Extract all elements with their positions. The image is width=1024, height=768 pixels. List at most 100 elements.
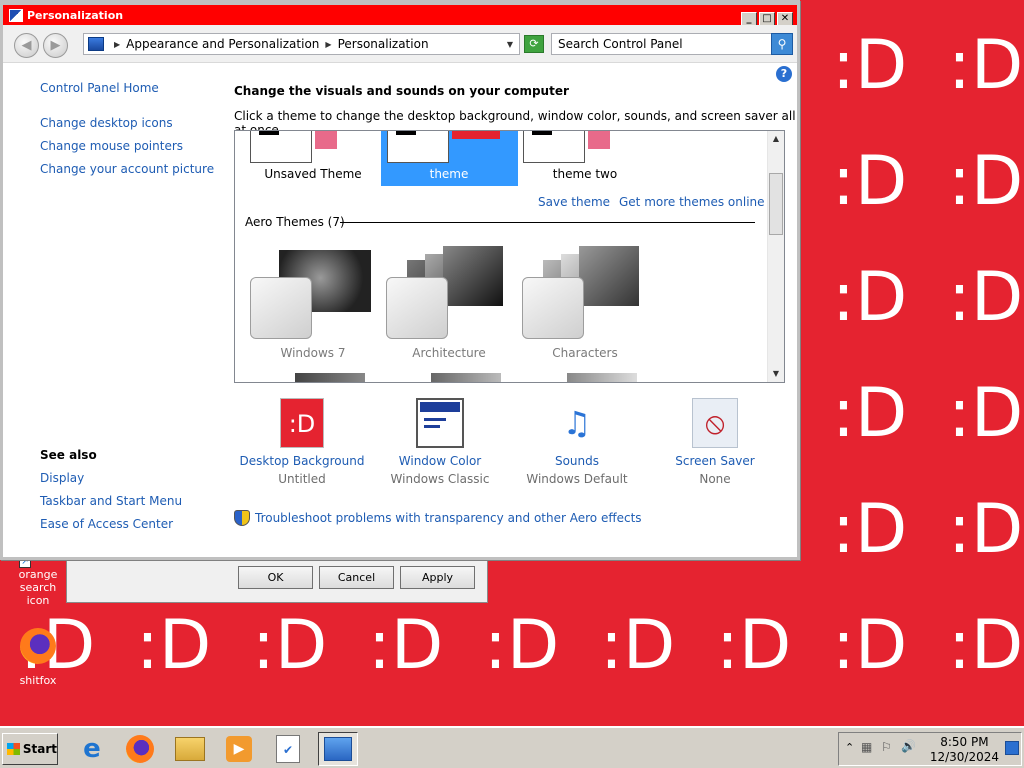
windows-logo-icon (7, 743, 20, 755)
change-desktop-icons-link[interactable]: Change desktop icons (40, 112, 214, 135)
internet-explorer-icon[interactable]: e (72, 732, 112, 766)
architecture-glass-swatch[interactable] (386, 277, 448, 339)
left-pane: Control Panel Home Change desktop icons … (40, 77, 214, 181)
scroll-down-icon[interactable]: ▼ (768, 366, 784, 382)
taskbar-start-menu-link[interactable]: Taskbar and Start Menu (40, 490, 182, 513)
media-player-icon[interactable]: ▶ (219, 732, 259, 766)
show-desktop-button[interactable] (1005, 741, 1019, 755)
troubleshoot-link-row[interactable]: Troubleshoot problems with transparency … (234, 510, 642, 526)
screen-saver-link[interactable]: Screen Saver (650, 454, 780, 468)
control-panel-taskbar-icon[interactable] (318, 732, 358, 766)
get-more-themes-link[interactable]: Get more themes online (619, 195, 765, 209)
sounds-link[interactable]: Sounds (512, 454, 642, 468)
desktop-icon-label: orange search (3, 568, 73, 594)
clock[interactable]: 8:50 PM 12/30/2024 (930, 735, 999, 765)
control-panel-icon (88, 37, 104, 51)
scrollbar-thumb[interactable] (769, 173, 783, 235)
breadcrumb-chevron-icon[interactable]: ▶ (325, 40, 331, 49)
back-button[interactable]: ◀ (14, 33, 39, 58)
firefox-icon (20, 628, 56, 664)
wallpaper-smiley: :D (948, 142, 1024, 221)
window-color-value: Windows Classic (390, 472, 490, 486)
display-properties-dialog: OK Cancel Apply (66, 558, 488, 603)
help-icon[interactable]: ? (776, 66, 792, 82)
wallpaper-smiley: :D (832, 490, 908, 569)
shield-icon (234, 510, 250, 526)
firefox-icon[interactable] (120, 732, 160, 766)
address-dropdown-icon[interactable]: ▼ (507, 40, 513, 49)
network-icon[interactable]: ▦ (861, 740, 872, 754)
sounds-icon: ♫ (562, 404, 592, 442)
theme-two-label[interactable]: theme two (517, 167, 653, 181)
volume-icon[interactable]: 🔊 (901, 739, 916, 753)
show-hidden-icons[interactable]: ⌃ (845, 741, 854, 754)
save-theme-link[interactable]: Save theme (538, 195, 610, 209)
theme-selected-label[interactable]: theme (381, 167, 517, 181)
desktop-icon-shitfox[interactable]: shitfox (3, 628, 73, 687)
search-icon[interactable]: ⚲ (771, 33, 793, 55)
wallpaper-smiley: :D (716, 606, 792, 685)
wallpaper-smiley: :D (948, 374, 1024, 453)
address-bar[interactable]: ▶ Appearance and Personalization ▶ Perso… (83, 33, 520, 55)
close-button[interactable]: ✕ (777, 12, 793, 26)
apply-button[interactable]: Apply (400, 566, 475, 589)
window-color-link[interactable]: Window Color (375, 454, 505, 468)
action-center-flag-icon[interactable]: ⚐ (881, 740, 892, 754)
breadcrumb-appearance[interactable]: Appearance and Personalization (126, 37, 319, 51)
window-color-item[interactable]: Window Color Windows Classic (375, 398, 505, 486)
desktop-background-value: Untitled (278, 472, 326, 486)
theme-unsaved-label[interactable]: Unsaved Theme (245, 167, 381, 181)
wallpaper-smiley: :D (948, 490, 1024, 569)
ease-of-access-link[interactable]: Ease of Access Center (40, 513, 182, 536)
troubleshoot-link[interactable]: Troubleshoot problems with transparency … (255, 511, 642, 525)
theme-thumbnail[interactable] (250, 131, 337, 163)
next-theme-preview (567, 373, 637, 382)
minimize-button[interactable]: _ (741, 12, 757, 26)
navigation-bar: ◀ ▶ ▶ Appearance and Personalization ▶ P… (3, 25, 797, 63)
sounds-item[interactable]: ♫ Sounds Windows Default (512, 398, 642, 486)
control-panel-home-link[interactable]: Control Panel Home (40, 77, 214, 100)
desktop-icon-orange-search[interactable]: ↗ orange search icon (3, 556, 73, 607)
architecture-label[interactable]: Architecture (381, 346, 517, 360)
scroll-up-icon[interactable]: ▲ (768, 131, 784, 147)
task-list-icon[interactable]: ✔ (268, 732, 308, 766)
start-button[interactable]: Start (2, 733, 58, 765)
change-account-picture-link[interactable]: Change your account picture (40, 158, 214, 181)
theme-thumbnail[interactable] (523, 131, 610, 163)
title-bar[interactable]: Personalization _ □ ✕ (3, 5, 797, 26)
file-explorer-icon[interactable] (170, 732, 210, 766)
themes-list[interactable]: Unsaved Theme theme theme two Save theme… (234, 130, 785, 383)
windows7-glass-swatch[interactable] (250, 277, 312, 339)
clock-time: 8:50 PM (940, 735, 989, 749)
wallpaper-smiley: :D (136, 606, 212, 685)
wallpaper-smiley: :D (368, 606, 444, 685)
cancel-button[interactable]: Cancel (319, 566, 394, 589)
start-label: Start (22, 742, 57, 756)
wallpaper-smiley: :D (832, 374, 908, 453)
screen-saver-item[interactable]: ⦸ Screen Saver None (650, 398, 780, 486)
maximize-button[interactable]: □ (759, 12, 775, 26)
control-panel-icon (9, 8, 23, 22)
wallpaper-smiley: :D (948, 26, 1024, 105)
sounds-value: Windows Default (526, 472, 628, 486)
characters-label[interactable]: Characters (517, 346, 653, 360)
characters-glass-swatch[interactable] (522, 277, 584, 339)
theme-thumbnail[interactable] (387, 131, 500, 163)
windows7-label[interactable]: Windows 7 (245, 346, 381, 360)
refresh-button[interactable]: ⟳ (524, 35, 544, 53)
desktop-background-item[interactable]: :D Desktop Background Untitled (237, 398, 367, 486)
display-link[interactable]: Display (40, 467, 182, 490)
page-title: Change the visuals and sounds on your co… (234, 84, 569, 98)
wallpaper-smiley: :D (484, 606, 560, 685)
themes-scrollbar[interactable]: ▲ ▼ (767, 131, 784, 382)
desktop-background-icon: :D (280, 398, 324, 448)
breadcrumb-personalization[interactable]: Personalization (338, 37, 429, 51)
ok-button[interactable]: OK (238, 566, 313, 589)
wallpaper-smiley: :D (948, 606, 1024, 685)
wallpaper-smiley: :D (832, 258, 908, 337)
breadcrumb-chevron-icon[interactable]: ▶ (114, 40, 120, 49)
change-mouse-pointers-link[interactable]: Change mouse pointers (40, 135, 214, 158)
search-input[interactable]: Search Control Panel ⚲ (551, 33, 793, 55)
forward-button[interactable]: ▶ (43, 33, 68, 58)
desktop-background-link[interactable]: Desktop Background (237, 454, 367, 468)
